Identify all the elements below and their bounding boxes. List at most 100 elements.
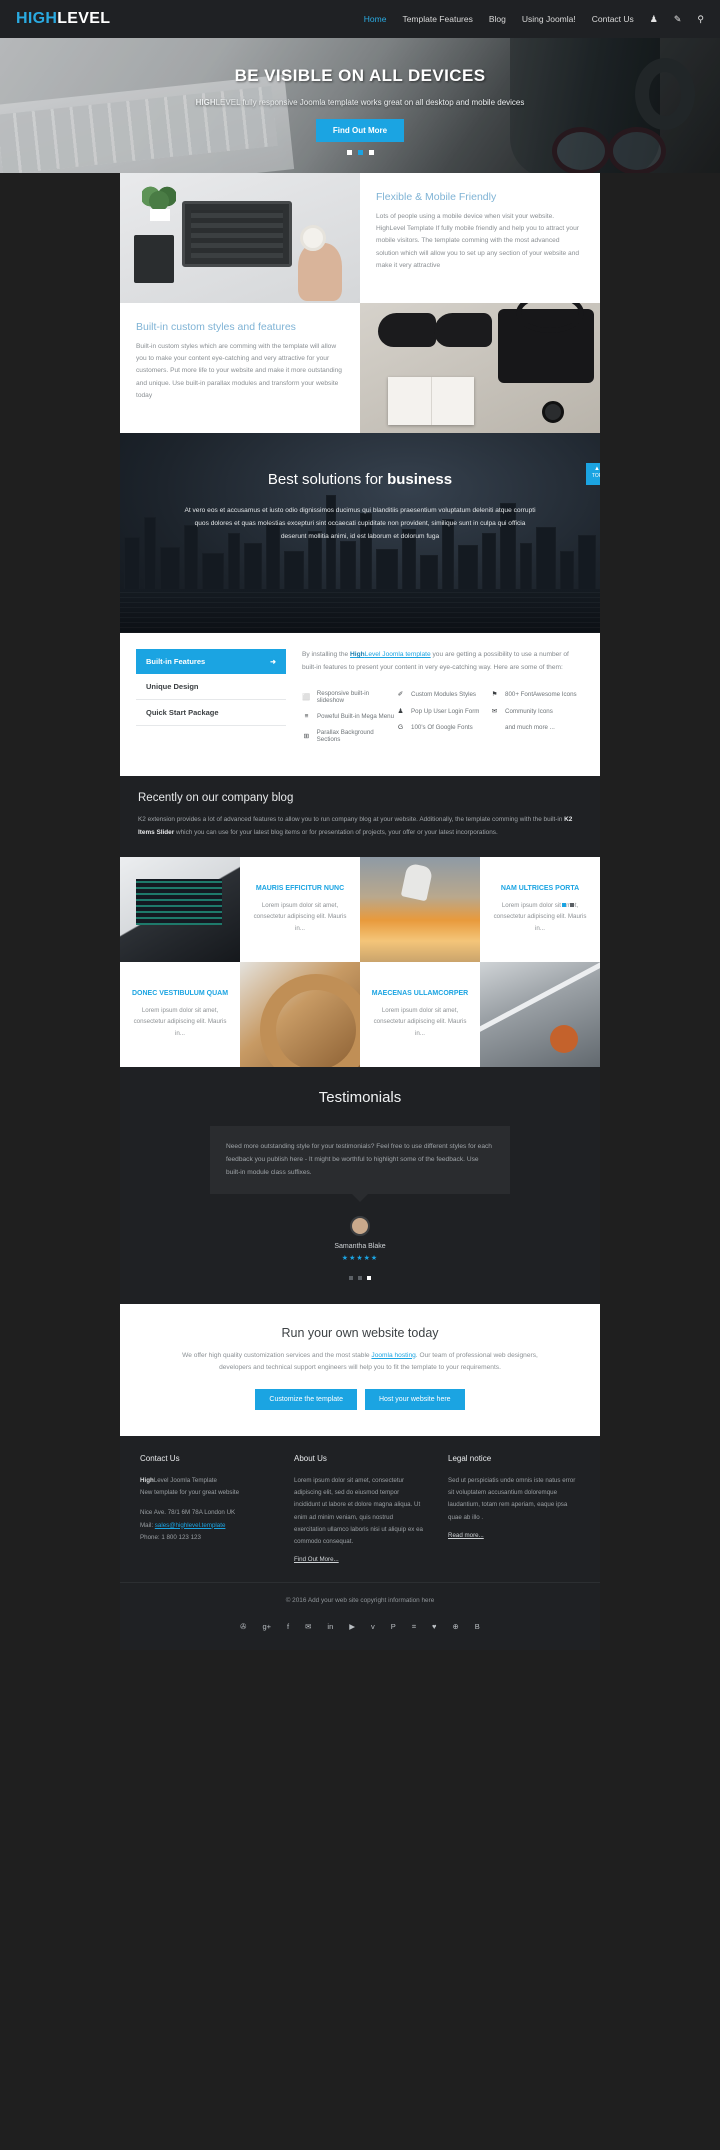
blog-thumb-2[interactable] bbox=[360, 857, 480, 962]
blog-card-title[interactable]: NAM ULTRICES PORTA bbox=[491, 885, 589, 892]
footer-line-address: Nice Ave. 78/1 6M 78A London UK bbox=[140, 1509, 236, 1517]
footer-col-contact: Contact Us HighLevel Joomla Template New… bbox=[140, 1454, 272, 1566]
testimonials-heading: Testimonials bbox=[318, 1089, 402, 1106]
googleplus-icon[interactable]: g+ bbox=[262, 1622, 271, 1632]
site-footer: Contact Us HighLevel Joomla Template New… bbox=[120, 1436, 600, 1582]
hero-find-out-more-button[interactable]: Find Out More bbox=[315, 119, 405, 142]
user-icon[interactable]: ♟ bbox=[650, 14, 658, 25]
mail-icon[interactable]: ✉ bbox=[305, 1622, 311, 1632]
host-website-button[interactable]: Host your website here bbox=[364, 1389, 465, 1411]
feature-item-label: Responsive built-in slideshow bbox=[316, 690, 370, 705]
tab-label-builtin-features: Built-in Features bbox=[146, 657, 206, 666]
feature-item-slideshow: ⬜ Responsive built-in slideshow bbox=[302, 690, 396, 704]
footer-col-about: About Us Lorem ipsum dolor sit amet, con… bbox=[294, 1454, 426, 1566]
site-logo[interactable]: HIGHLEVEL bbox=[16, 10, 110, 28]
k2-dot-2[interactable] bbox=[570, 902, 574, 907]
laptop-decor bbox=[182, 201, 292, 267]
footer-read-more-link[interactable]: Read more... bbox=[448, 1532, 484, 1539]
rss-icon[interactable]: ⊕ bbox=[453, 1622, 459, 1632]
blog-card-3[interactable]: DONEC VESTIBULUM QUAM Lorem ipsum dolor … bbox=[120, 962, 240, 1067]
flag-icon: ⚑ bbox=[491, 691, 498, 699]
nav-item-blog[interactable]: Blog bbox=[489, 14, 506, 24]
feature-item-label: Pop Up User Login Form bbox=[411, 707, 480, 715]
nav-item-using-joomla[interactable]: Using Joomla! bbox=[522, 14, 576, 24]
twitter-icon[interactable]: ✇ bbox=[240, 1622, 246, 1632]
builtin-features-section: Built-in Features ➜ Unique Design Quick … bbox=[120, 633, 600, 777]
footer-col-title: Legal notice bbox=[448, 1454, 492, 1464]
instagram-icon[interactable]: ⌗ bbox=[412, 1622, 416, 1632]
facebook-icon[interactable]: f bbox=[287, 1622, 289, 1632]
arrow-right-icon: ➜ bbox=[270, 658, 276, 666]
linkedin-icon[interactable]: in bbox=[327, 1622, 333, 1632]
blog-card-title[interactable]: DONEC VESTIBULUM QUAM bbox=[131, 990, 229, 997]
tab-builtin-features[interactable]: Built-in Features ➜ bbox=[136, 649, 286, 674]
hero-dot-3[interactable] bbox=[368, 150, 374, 155]
footer-line-tagline: New template for your great website bbox=[140, 1489, 240, 1497]
testimonial-dot-3[interactable] bbox=[367, 1275, 371, 1280]
feature-title-1: Flexible & Mobile Friendly bbox=[376, 191, 497, 203]
feature-row-2: Built-in custom styles and features Buil… bbox=[120, 303, 600, 433]
joomla-template-link[interactable]: HighLevel Joomla template bbox=[350, 651, 431, 658]
blog-card-2[interactable]: NAM ULTRICES PORTA Lorem ipsum dolor sit… bbox=[480, 857, 600, 962]
joomla-hosting-link[interactable]: Joomla hosting bbox=[371, 1352, 415, 1359]
search-icon[interactable]: ⚲ bbox=[697, 14, 704, 25]
builtin-col-1: ⬜ Responsive built-in slideshow ≡ Poweful … bbox=[302, 690, 396, 752]
edit-icon[interactable]: ✎ bbox=[674, 14, 682, 25]
pot-decor bbox=[150, 209, 170, 221]
footer-find-out-more-link[interactable]: Find Out More... bbox=[294, 1556, 339, 1563]
user-icon: ♟ bbox=[397, 708, 404, 716]
open-book-decor bbox=[388, 377, 474, 425]
k2-dot-1[interactable] bbox=[562, 902, 566, 907]
blog-thumb-4[interactable] bbox=[480, 962, 600, 1067]
blog-card-1[interactable]: MAURIS EFFICITUR NUNC Lorem ipsum dolor … bbox=[240, 857, 360, 962]
footer-mail-link[interactable]: sales@highlevel.template bbox=[155, 1522, 226, 1529]
blog-thumb-1[interactable] bbox=[120, 857, 240, 962]
avatar bbox=[350, 1215, 370, 1236]
tab-label-unique-design: Unique Design bbox=[146, 682, 199, 691]
blog-intro-post: which you can use for your latest blog i… bbox=[174, 828, 498, 836]
feature-item-module-styles: ✐ Custom Modules Styles bbox=[396, 690, 490, 699]
feature-title-2: Built-in custom styles and features bbox=[136, 321, 296, 333]
cta-body-pre: We offer high quality customization serv… bbox=[182, 1351, 372, 1359]
feature-row-1: Flexible & Mobile Friendly Lots of peopl… bbox=[120, 173, 600, 303]
testimonial-dot-2[interactable] bbox=[358, 1275, 362, 1280]
tab-unique-design[interactable]: Unique Design bbox=[136, 674, 286, 700]
tab-quick-start-package[interactable]: Quick Start Package bbox=[136, 700, 286, 726]
blog-section-header: Recently on our company blog K2 extensio… bbox=[120, 776, 600, 857]
hero-dot-2[interactable] bbox=[357, 150, 363, 155]
youtube-icon[interactable]: ▶ bbox=[349, 1622, 355, 1632]
builtin-col-3: ⚑ 800+ FontAwesome Icons ✉ Community Icons… bbox=[490, 690, 584, 752]
footer-line-phone: Phone: 1 800 123 123 bbox=[140, 1533, 201, 1541]
hero-slider: BE VISIBLE ON ALL DEVICES HIGHLEVEL full… bbox=[0, 38, 720, 173]
testimonial-dot-1[interactable] bbox=[349, 1275, 353, 1280]
feature-item-community-icons: ✉ Community Icons bbox=[490, 707, 584, 716]
testimonial-quote: Need more outstanding style for your tes… bbox=[210, 1126, 510, 1202]
blog-card-4[interactable]: MAECENAS ULLAMCORPER Lorem ipsum dolor s… bbox=[360, 962, 480, 1067]
footer-col-title: Contact Us bbox=[140, 1454, 180, 1464]
vimeo-icon[interactable]: v bbox=[371, 1622, 375, 1632]
feature-item-fontawesome: ⚑ 800+ FontAwesome Icons bbox=[490, 690, 584, 699]
blog-card-title[interactable]: MAECENAS ULLAMCORPER bbox=[371, 990, 469, 997]
footer-line-company: HighLevel Joomla Template bbox=[140, 1475, 272, 1487]
notebook-decor bbox=[134, 235, 174, 283]
blog-thumb-3[interactable] bbox=[240, 962, 360, 1067]
cta-heading: Run your own website today bbox=[281, 1325, 439, 1340]
cta-buttons: Customize the template Host your website… bbox=[120, 1389, 600, 1411]
scroll-to-top-button[interactable]: ▲ TOP bbox=[586, 463, 600, 485]
blogger-icon[interactable]: B bbox=[475, 1622, 480, 1632]
feature-item-label: 800+ FontAwesome Icons bbox=[505, 690, 577, 698]
pinterest-icon[interactable]: P bbox=[391, 1622, 396, 1632]
social-links: ✇ g+ f ✉ in ▶ v P ⌗ ♥ ⊕ B bbox=[120, 1615, 600, 1650]
flickr-icon[interactable]: ♥ bbox=[432, 1622, 436, 1632]
customize-template-button[interactable]: Customize the template bbox=[255, 1389, 357, 1411]
nav-item-home[interactable]: Home bbox=[364, 14, 387, 24]
nav-item-contact-us[interactable]: Contact Us bbox=[592, 14, 634, 24]
parallax-section: Best solutions for business At vero eos … bbox=[120, 433, 600, 633]
shoe-right-decor bbox=[434, 313, 492, 347]
blog-card-title[interactable]: MAURIS EFFICITUR NUNC bbox=[251, 885, 349, 892]
nav-item-template-features[interactable]: Template Features bbox=[402, 14, 472, 24]
feature-image-shoes bbox=[360, 303, 600, 433]
site-header: HIGHLEVEL Home Template Features Blog Us… bbox=[0, 0, 720, 38]
hero-dot-1[interactable] bbox=[346, 150, 352, 155]
feature-item-label: Poweful Built-in Mega Menu bbox=[317, 713, 395, 721]
